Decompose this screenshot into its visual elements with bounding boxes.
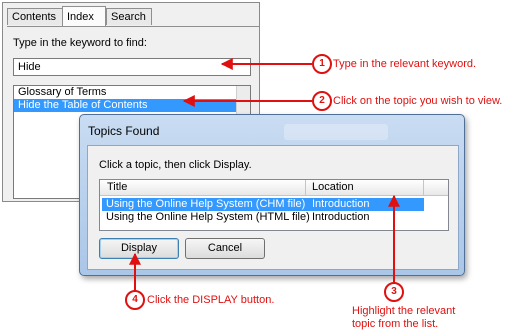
callout-text-1: Type in the relevant keyword. [333, 58, 477, 70]
column-divider[interactable] [305, 180, 306, 195]
titlebar-reflection [284, 124, 388, 140]
tab-search[interactable]: Search [106, 8, 152, 25]
callout-number-3: 3 [384, 282, 404, 302]
column-divider[interactable] [423, 180, 424, 195]
table-row[interactable]: Using the Online Help System (HTML file)… [102, 211, 432, 224]
dialog-instruction: Click a topic, then click Display. [99, 159, 252, 171]
callout-text-4: Click the DISPLAY button. [147, 294, 275, 306]
callout-text-3-line-2: topic from the list. [352, 318, 439, 330]
tab-index[interactable]: Index [62, 6, 106, 26]
keyword-input[interactable]: Hide [13, 58, 251, 76]
row-title: Using the Online Help System (CHM file) [106, 198, 306, 210]
cancel-button[interactable]: Cancel [185, 238, 265, 259]
tab-contents[interactable]: Contents [7, 8, 63, 25]
callout-text-3-line-1: Highlight the relevant [352, 305, 456, 317]
callout-number-2: 2 [312, 91, 332, 111]
list-item[interactable]: Glossary of Terms [14, 86, 250, 99]
tab-divider [7, 26, 259, 27]
list-item-selected[interactable]: Hide the Table of Contents [14, 99, 236, 112]
table-row-selected[interactable]: Using the Online Help System (CHM file) … [102, 198, 424, 211]
display-button[interactable]: Display [99, 238, 179, 259]
topics-list[interactable]: Title Location Using the Online Help Sys… [99, 179, 449, 231]
column-header-title[interactable]: Title [107, 181, 127, 194]
row-title: Using the Online Help System (HTML file) [106, 211, 310, 223]
callout-number-4: 4 [125, 290, 145, 310]
row-location: Introduction [312, 198, 370, 210]
dialog-body: Click a topic, then click Display. Title… [87, 145, 459, 270]
row-location: Introduction [312, 211, 370, 223]
list-header: Title Location [100, 180, 448, 196]
dialog-title: Topics Found [88, 124, 160, 138]
topics-found-dialog: Topics Found Click a topic, then click D… [79, 114, 465, 276]
callout-text-2: Click on the topic you wish to view. [333, 95, 503, 107]
column-header-location[interactable]: Location [312, 181, 354, 194]
callout-number-1: 1 [312, 54, 332, 74]
keyword-prompt-label: Type in the keyword to find: [13, 37, 147, 49]
